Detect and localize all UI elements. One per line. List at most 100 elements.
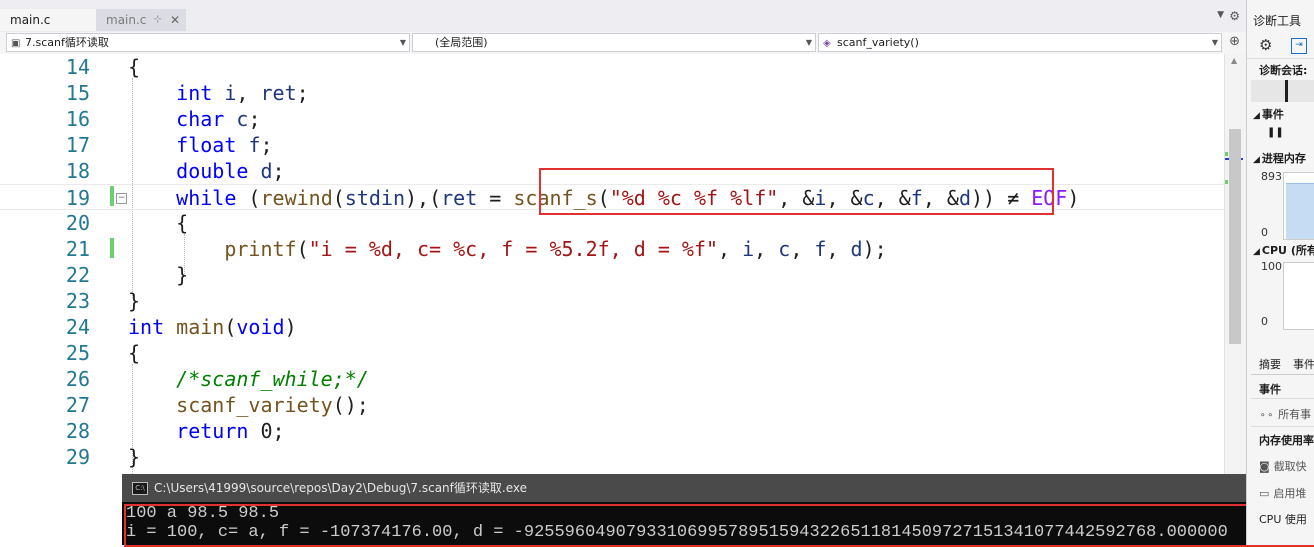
code-text: int i, ret;: [176, 81, 309, 105]
code-text: int main(void): [128, 315, 297, 339]
session-timeline[interactable]: [1251, 80, 1314, 102]
code-line: 28 return 0;: [0, 418, 1224, 444]
close-icon[interactable]: ✕: [170, 9, 180, 31]
pin-icon[interactable]: ⊹: [154, 9, 162, 31]
code-line: 27 scanf_variety();: [0, 392, 1224, 418]
cpu-label: CPU (所有: [1261, 244, 1314, 257]
take-snapshot-button[interactable]: ◙ 截取快: [1259, 458, 1307, 474]
cpu-usage-heading: CPU 使用: [1259, 513, 1307, 526]
events-label: 事件: [1261, 108, 1284, 121]
line-number: 14: [65, 55, 90, 79]
scope-label: (全局范围): [435, 36, 488, 49]
tab-label: main.c: [10, 13, 51, 27]
line-number: 26: [65, 367, 90, 391]
code-line: 26 /*scanf_while;*/: [0, 366, 1224, 392]
code-text: }: [128, 263, 189, 287]
project-dropdown[interactable]: ▣ 7.scanf循环读取 ▼: [6, 33, 410, 52]
heap-icon: ▭: [1259, 487, 1270, 500]
code-line: 24 int main(void): [0, 314, 1224, 340]
cpu-section[interactable]: ◢ CPU (所有: [1253, 242, 1314, 258]
function-icon: ◈: [823, 38, 831, 49]
code-line: 29 }: [0, 444, 1224, 470]
memory-section[interactable]: ◢ 进程内存: [1253, 150, 1306, 166]
function-dropdown[interactable]: ◈ scanf_variety() ▼: [818, 33, 1222, 52]
highlight-box: [124, 504, 1314, 547]
highlight-box: [539, 168, 1054, 215]
change-marker: [1225, 152, 1228, 156]
memory-axis-top: 893: [1261, 170, 1282, 183]
divider: [1251, 426, 1314, 427]
tab-main-c-preview[interactable]: main.c ⊹ ✕: [96, 9, 186, 31]
cpu-axis-top: 100: [1261, 260, 1282, 273]
memory-chart: [1283, 172, 1314, 240]
code-text: char c;: [176, 107, 261, 131]
timeline-cursor[interactable]: [1285, 80, 1288, 102]
navigation-bar: ▣ 7.scanf循环读取 ▼ (全局范围) ▼ ◈ scanf_variety()…: [0, 32, 1246, 55]
diagnostic-tabs: 摘要 事件: [1251, 352, 1314, 375]
chevron-down-icon: ▼: [805, 38, 812, 47]
pause-icon[interactable]: ❚❚: [1267, 127, 1284, 138]
diagnostic-tools-panel: 诊断工具 ⚙ ⇥ 诊断会话: ◢ 事件 ❚❚ ◢ 进程内存 893 0 ◢ CPU (…: [1246, 0, 1314, 545]
code-line: 21 printf("i = %d, c= %c, f = %5.2f, d =…: [0, 236, 1224, 262]
panel-title: 诊断工具: [1253, 14, 1302, 28]
line-number: 18: [65, 159, 90, 183]
code-text: {: [128, 341, 141, 365]
code-text: }: [128, 289, 141, 313]
code-line: 16 char c;: [0, 106, 1224, 132]
line-number: 17: [65, 133, 90, 157]
settings-gear-icon[interactable]: ⚙: [1229, 9, 1240, 23]
change-marker: [1225, 180, 1228, 184]
memory-usage-heading: 内存使用率: [1259, 434, 1314, 447]
editor-vertical-scrollbar[interactable]: ▲: [1224, 54, 1247, 545]
collapse-triangle-icon: ◢: [1253, 155, 1260, 165]
divider: [1251, 398, 1314, 399]
project-label: 7.scanf循环读取: [25, 36, 109, 49]
tab-main-c[interactable]: main.c: [0, 9, 96, 31]
code-text: double d;: [176, 159, 285, 183]
code-text: }: [128, 445, 141, 469]
tab-events[interactable]: 事件: [1293, 356, 1314, 372]
console-window[interactable]: C:\ C:\Users\41999\source\repos\Day2\Deb…: [122, 474, 1314, 547]
tab-list-dropdown-icon[interactable]: ▼: [1217, 10, 1224, 20]
snapshot-label: 截取快: [1273, 460, 1307, 473]
enable-label: 启用堆: [1273, 487, 1307, 500]
events-section[interactable]: ◢ 事件: [1253, 106, 1284, 122]
settings-gear-icon[interactable]: ⚙: [1259, 36, 1272, 54]
memory-axis-bottom: 0: [1261, 226, 1268, 239]
diagnostic-toolbar: ⚙ ⇥: [1247, 34, 1314, 59]
camera-icon: ◙: [1259, 460, 1270, 473]
export-icon[interactable]: ⇥: [1291, 38, 1307, 54]
scroll-up-icon[interactable]: ▲: [1231, 56, 1237, 65]
code-text: {: [128, 211, 189, 235]
chevron-down-icon: ▼: [1211, 38, 1218, 47]
code-line: 17 float f;: [0, 132, 1224, 158]
line-number: 22: [65, 263, 90, 287]
scope-dropdown[interactable]: (全局范围) ▼: [412, 33, 816, 52]
line-number: 24: [65, 315, 90, 339]
split-editor-icon[interactable]: ⊕: [1229, 34, 1240, 49]
events-heading: 事件: [1259, 383, 1281, 396]
code-text: /*scanf_while;*/: [176, 367, 369, 391]
code-editor[interactable]: − 14 { 15 int i, ret; 16 char c; 17 floa…: [0, 54, 1224, 545]
collapse-triangle-icon: ◢: [1253, 247, 1260, 257]
enable-heap-button[interactable]: ▭ 启用堆: [1259, 485, 1306, 501]
line-number: 23: [65, 289, 90, 313]
events-icon: ⚬⚬: [1259, 411, 1275, 421]
line-number: 19: [65, 186, 90, 210]
line-number: 25: [65, 341, 90, 365]
code-text: printf("i = %d, c= %c, f = %5.2f, d = %f…: [224, 237, 887, 261]
all-events-link[interactable]: ⚬⚬ 所有事: [1259, 406, 1311, 422]
editor-tab-bar: main.c main.c ⊹ ✕ ▼ ⚙: [0, 0, 1246, 32]
line-number: 16: [65, 107, 90, 131]
memory-chart-fill: [1286, 183, 1314, 239]
project-icon: ▣: [11, 38, 21, 49]
code-line: 25 {: [0, 340, 1224, 366]
cpu-chart: [1283, 262, 1314, 330]
scrollbar-thumb[interactable]: [1229, 129, 1241, 344]
console-titlebar[interactable]: C:\ C:\Users\41999\source\repos\Day2\Deb…: [122, 474, 1314, 502]
line-number: 27: [65, 393, 90, 417]
tab-summary[interactable]: 摘要: [1259, 356, 1281, 372]
console-title: C:\Users\41999\source\repos\Day2\Debug\7…: [154, 481, 527, 495]
line-number: 15: [65, 81, 90, 105]
code-line: 15 int i, ret;: [0, 80, 1224, 106]
